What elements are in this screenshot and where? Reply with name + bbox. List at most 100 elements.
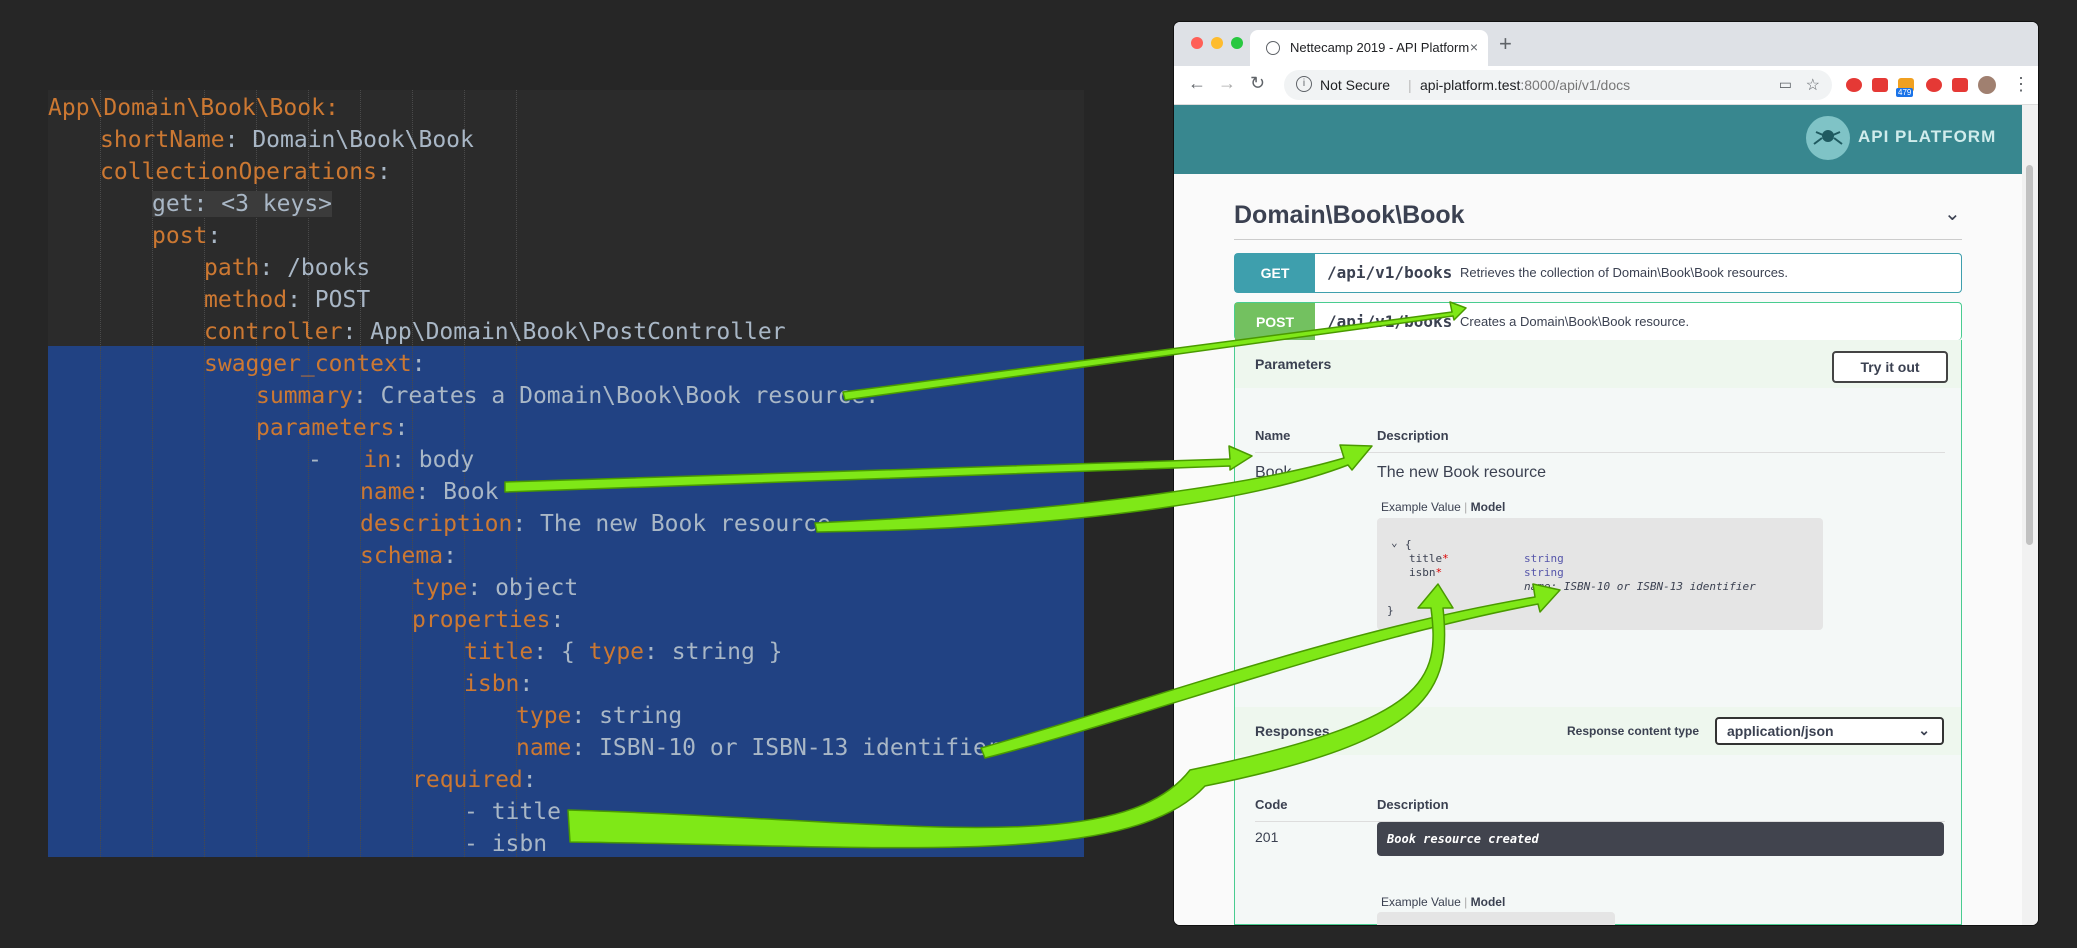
- globe-icon: [1266, 41, 1280, 55]
- example-value-tab[interactable]: Example Value: [1381, 895, 1461, 909]
- get-operation[interactable]: GET /api/v1/books Retrieves the collecti…: [1234, 253, 1962, 293]
- yaml-list-marker: -: [464, 799, 492, 825]
- yaml-value: : ISBN-10 or ISBN-13 identifier: [571, 735, 1001, 761]
- code-line: isbn:: [464, 668, 533, 700]
- avatar[interactable]: [1978, 76, 1996, 94]
- scrollbar-thumb[interactable]: [2026, 165, 2033, 545]
- yaml-key: schema: [360, 543, 444, 569]
- browser-tab[interactable]: Nettecamp 2019 - API Platform ×: [1250, 30, 1488, 66]
- page-header: API PLATFORM: [1174, 105, 2022, 174]
- yaml-value: :: [519, 671, 534, 697]
- yaml-value: :: [207, 223, 222, 249]
- yaml-key: title: [464, 639, 534, 665]
- code-line: name: Book: [360, 476, 498, 508]
- browser-toolbar: ← → ↻ i Not Secure | api-platform.test:8…: [1174, 66, 2038, 105]
- back-icon[interactable]: ←: [1188, 73, 1206, 94]
- example-value-tab[interactable]: Example Value: [1381, 500, 1461, 514]
- code-line: parameters:: [256, 412, 408, 444]
- collapse-chevron-icon[interactable]: ⌄: [1944, 201, 1961, 226]
- response-content-type-label: Response content type: [1567, 724, 1700, 738]
- model-tab[interactable]: Model: [1471, 500, 1506, 514]
- security-label: Not Secure: [1320, 77, 1391, 93]
- selected-content-type: application/json: [1727, 723, 1834, 739]
- scrollbar[interactable]: [2022, 105, 2038, 925]
- url-host: api-platform.test: [1420, 77, 1521, 93]
- title-divider: [1234, 239, 1962, 240]
- ublock-icon[interactable]: [1846, 78, 1862, 92]
- yaml-value: :: [376, 159, 391, 185]
- code-line: description: The new Book resource: [360, 508, 831, 540]
- schema-open-brace: {: [1405, 538, 1412, 551]
- schema-expand-icon[interactable]: ⌄: [1391, 536, 1398, 549]
- code-line: type: string: [516, 700, 682, 732]
- param-description: The new Book resource: [1377, 464, 1546, 481]
- post-operation[interactable]: POST /api/v1/books Creates a Domain\Book…: [1234, 302, 1962, 340]
- responses-section-header: Responses Response content type applicat…: [1235, 707, 1961, 755]
- code-line: title: { type: string }: [464, 636, 783, 668]
- yaml-value: : object: [467, 575, 579, 601]
- code-line: shortName: Domain\Book\Book: [100, 124, 474, 156]
- code-line: - in: body: [308, 444, 474, 476]
- post-method-badge: POST: [1235, 303, 1315, 340]
- responses-label: Responses: [1255, 723, 1330, 739]
- yaml-value: : body: [391, 447, 475, 473]
- post-operation-body: Parameters Try it out Name Description B…: [1234, 340, 1962, 925]
- resource-title[interactable]: Domain\Book\Book: [1234, 201, 1465, 230]
- code-line: type: object: [412, 572, 578, 604]
- browser-window: Nettecamp 2019 - API Platform × + ← → ↻ …: [1174, 22, 2038, 925]
- url-separator: |: [1408, 77, 1412, 93]
- yaml-key: name: [516, 735, 572, 761]
- logo-text: API PLATFORM: [1858, 127, 1997, 146]
- yaml-value: :: [522, 767, 537, 793]
- close-window-button[interactable]: [1191, 37, 1203, 49]
- swagger-page: API PLATFORM Domain\Book\Book ⌄ GET /api…: [1174, 105, 2022, 925]
- yaml-value: : string }: [644, 639, 783, 665]
- address-bar[interactable]: i Not Secure | api-platform.test:8000/ap…: [1284, 70, 1832, 100]
- yaml-key: type: [412, 575, 468, 601]
- name-column-header: Name: [1255, 428, 1291, 443]
- code-line: get: <3 keys>: [152, 188, 333, 220]
- try-it-out-button[interactable]: Try it out: [1832, 351, 1948, 383]
- yaml-value: : Domain\Book\Book: [224, 127, 474, 153]
- yaml-value: :: [443, 543, 457, 569]
- code-column-header: Code: [1255, 797, 1288, 812]
- parameters-section-header: Parameters Try it out: [1235, 340, 1961, 388]
- pocket-icon[interactable]: [1926, 78, 1942, 92]
- cast-icon[interactable]: ▭: [1779, 76, 1792, 93]
- yaml-value: : /books: [259, 255, 371, 281]
- code-line: method: POST: [204, 284, 370, 316]
- yaml-key: controller: [204, 319, 343, 345]
- get-summary: Retrieves the collection of Domain\Book\…: [1460, 265, 1789, 280]
- response-content-type-select[interactable]: application/json ⌄: [1715, 717, 1944, 745]
- yaml-value: : Book: [415, 479, 499, 505]
- yaml-key: post: [152, 223, 208, 249]
- code-line: post:: [152, 220, 221, 252]
- close-tab-icon[interactable]: ×: [1470, 39, 1478, 55]
- folded-region[interactable]: get: <3 keys>: [152, 191, 333, 217]
- bookmark-star-icon[interactable]: ☆: [1806, 75, 1820, 95]
- maximize-window-button[interactable]: [1231, 37, 1243, 49]
- yaml-editor[interactable]: App\Domain\Book\Book: shortName: Domain\B…: [48, 90, 1084, 857]
- model-tab[interactable]: Model: [1471, 895, 1506, 909]
- yaml-list-marker: -: [464, 831, 492, 857]
- minimize-window-button[interactable]: [1211, 37, 1223, 49]
- extension-icon[interactable]: [1872, 78, 1888, 92]
- yaml-list-marker: -: [308, 447, 364, 473]
- forward-icon[interactable]: →: [1218, 73, 1236, 94]
- yaml-value: :: [394, 415, 409, 441]
- param-name: Book: [1255, 464, 1292, 481]
- reload-icon[interactable]: ↻: [1250, 73, 1265, 94]
- schema-field-name: isbn*: [1409, 566, 1442, 579]
- info-icon[interactable]: i: [1296, 76, 1312, 92]
- tab-separator: |: [1464, 500, 1468, 514]
- yaml-value: isbn: [491, 831, 548, 857]
- menu-icon[interactable]: ⋮: [2012, 74, 2030, 95]
- schema-close-brace: }: [1387, 604, 1394, 617]
- yaml-value: : Creates a Domain\Book\Book resource.: [352, 383, 880, 409]
- code-line: collectionOperations:: [100, 156, 391, 188]
- youtube-icon[interactable]: [1952, 78, 1968, 92]
- yaml-key: summary: [256, 383, 353, 409]
- yaml-value: : App\Domain\Book\PostController: [342, 319, 786, 345]
- new-tab-button[interactable]: +: [1499, 31, 1512, 57]
- yaml-key: required: [412, 767, 523, 793]
